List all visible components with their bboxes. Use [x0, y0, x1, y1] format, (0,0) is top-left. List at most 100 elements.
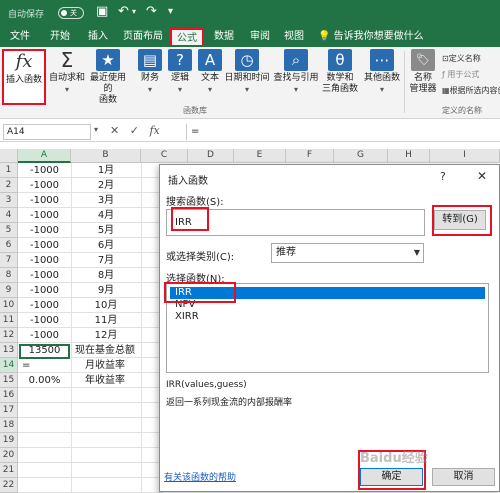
insert-function-icon[interactable]: fx — [149, 124, 159, 137]
row-header-20[interactable]: 20 — [0, 448, 18, 463]
row-header-18[interactable]: 18 — [0, 418, 18, 433]
row-header-11[interactable]: 11 — [0, 313, 18, 328]
cell-b4[interactable]: 4月 — [71, 208, 141, 223]
enter-icon[interactable]: ✓ — [130, 124, 139, 137]
name-manager-button[interactable]: 🏷 名称 管理器 — [406, 49, 440, 95]
category-select[interactable]: 推荐 ▼ — [271, 243, 424, 263]
cell-a2[interactable]: -1000 — [19, 178, 70, 193]
undo-icon[interactable]: ↶ — [118, 4, 129, 20]
text-button[interactable]: A 文本 ▾ — [196, 49, 224, 95]
tab-file[interactable]: 文件 — [8, 28, 32, 45]
autosave-toggle[interactable]: 关 — [58, 7, 84, 19]
cell-a1[interactable]: -1000 — [19, 163, 70, 178]
cell-a10[interactable]: -1000 — [19, 298, 70, 313]
financial-button[interactable]: ▤ 财务 ▾ — [134, 49, 166, 95]
cancel-button[interactable]: 取消 — [432, 468, 495, 486]
name-box[interactable]: A14 — [3, 124, 91, 140]
row-header-4[interactable]: 4 — [0, 208, 18, 223]
cell-b11[interactable]: 11月 — [71, 313, 141, 328]
logical-button[interactable]: ? 逻辑 ▾ — [166, 49, 194, 95]
cell-a3[interactable]: -1000 — [19, 193, 70, 208]
cell-b5[interactable]: 5月 — [71, 223, 141, 238]
cell-b8[interactable]: 8月 — [71, 268, 141, 283]
row-header-9[interactable]: 9 — [0, 283, 18, 298]
cell-a9[interactable]: -1000 — [19, 283, 70, 298]
row-header-8[interactable]: 8 — [0, 268, 18, 283]
customize-quick-access-icon[interactable]: ▾ — [168, 4, 173, 20]
row-header-19[interactable]: 19 — [0, 433, 18, 448]
tab-review[interactable]: 审阅 — [248, 28, 272, 45]
row-header-16[interactable]: 16 — [0, 388, 18, 403]
column-header-b[interactable]: B — [71, 149, 141, 163]
select-all-corner[interactable] — [0, 149, 18, 163]
tab-data[interactable]: 数据 — [212, 28, 236, 45]
cell-a8[interactable]: -1000 — [19, 268, 70, 283]
row-header-15[interactable]: 15 — [0, 373, 18, 388]
cell-b2[interactable]: 2月 — [71, 178, 141, 193]
column-header-f[interactable]: F — [286, 149, 334, 163]
cell-b7[interactable]: 7月 — [71, 253, 141, 268]
undo-dropdown-icon[interactable]: ▾ — [132, 4, 136, 20]
tell-me-box[interactable]: 💡 告诉我你想要做什么 — [318, 28, 424, 45]
tab-formulas[interactable]: 公式 — [170, 28, 204, 45]
cell-a15[interactable]: 0.00% — [19, 373, 70, 388]
row-header-21[interactable]: 21 — [0, 463, 18, 478]
function-help-link[interactable]: 有关该函数的帮助 — [164, 470, 236, 483]
autosum-button[interactable]: Σ 自动求和 ▾ — [48, 49, 86, 95]
row-header-3[interactable]: 3 — [0, 193, 18, 208]
cell-b15[interactable]: 年收益率 — [71, 373, 141, 388]
close-icon[interactable]: ✕ — [477, 169, 487, 183]
cell-b10[interactable]: 10月 — [71, 298, 141, 313]
cell-a11[interactable]: -1000 — [19, 313, 70, 328]
cell-a5[interactable]: -1000 — [19, 223, 70, 238]
row-header-13[interactable]: 13 — [0, 343, 18, 358]
cell-a4[interactable]: -1000 — [19, 208, 70, 223]
insert-function-button[interactable]: fx 插入函数 — [2, 49, 46, 105]
formula-input[interactable]: = — [186, 124, 498, 140]
cell-a6[interactable]: -1000 — [19, 238, 70, 253]
cell-a14[interactable]: = — [19, 358, 70, 373]
more-functions-button[interactable]: ⋯ 其他函数 ▾ — [362, 49, 402, 95]
cell-b14[interactable]: 月收益率 — [71, 358, 141, 373]
column-header-i[interactable]: I — [430, 149, 500, 163]
column-header-h[interactable]: H — [388, 149, 430, 163]
recently-used-button[interactable]: ★ 最近使用的 函数 — [86, 49, 130, 106]
cell-b3[interactable]: 3月 — [71, 193, 141, 208]
cell-b12[interactable]: 12月 — [71, 328, 141, 343]
row-header-6[interactable]: 6 — [0, 238, 18, 253]
row-header-2[interactable]: 2 — [0, 178, 18, 193]
function-item-xirr[interactable]: XIRR — [170, 311, 485, 323]
create-from-selection-button[interactable]: ▦根据所选内容创建 — [442, 85, 500, 96]
use-in-formula-button[interactable]: ƒ 用于公式 — [442, 69, 479, 80]
save-icon[interactable]: ▣ — [96, 4, 108, 20]
name-box-dropdown-icon[interactable]: ▾ — [94, 125, 98, 134]
row-header-1[interactable]: 1 — [0, 163, 18, 178]
column-header-c[interactable]: C — [141, 149, 188, 163]
redo-icon[interactable]: ↷ — [146, 4, 157, 20]
datetime-button[interactable]: ◷ 日期和时间 ▾ — [224, 49, 270, 95]
row-header-22[interactable]: 22 — [0, 478, 18, 493]
cell-b6[interactable]: 6月 — [71, 238, 141, 253]
row-header-14[interactable]: 14 — [0, 358, 18, 373]
tab-insert[interactable]: 插入 — [86, 28, 110, 45]
column-header-g[interactable]: G — [334, 149, 388, 163]
row-header-7[interactable]: 7 — [0, 253, 18, 268]
column-header-a[interactable]: A — [18, 149, 71, 163]
cell-b13[interactable]: 现在基金总额 — [71, 343, 141, 358]
tab-page-layout[interactable]: 页面布局 — [120, 28, 166, 45]
cancel-icon[interactable]: ✕ — [110, 124, 119, 137]
row-header-17[interactable]: 17 — [0, 403, 18, 418]
row-header-12[interactable]: 12 — [0, 328, 18, 343]
row-header-5[interactable]: 5 — [0, 223, 18, 238]
cell-b1[interactable]: 1月 — [71, 163, 141, 178]
lookup-button[interactable]: ⌕ 查找与引用 ▾ — [272, 49, 320, 95]
help-icon[interactable]: ? — [440, 170, 446, 183]
row-header-10[interactable]: 10 — [0, 298, 18, 313]
column-header-e[interactable]: E — [234, 149, 286, 163]
column-header-d[interactable]: D — [188, 149, 234, 163]
define-name-button[interactable]: ⊡定义名称 — [442, 53, 481, 64]
cell-b9[interactable]: 9月 — [71, 283, 141, 298]
tab-home[interactable]: 开始 — [48, 28, 72, 45]
cell-a12[interactable]: -1000 — [19, 328, 70, 343]
tab-view[interactable]: 视图 — [282, 28, 306, 45]
